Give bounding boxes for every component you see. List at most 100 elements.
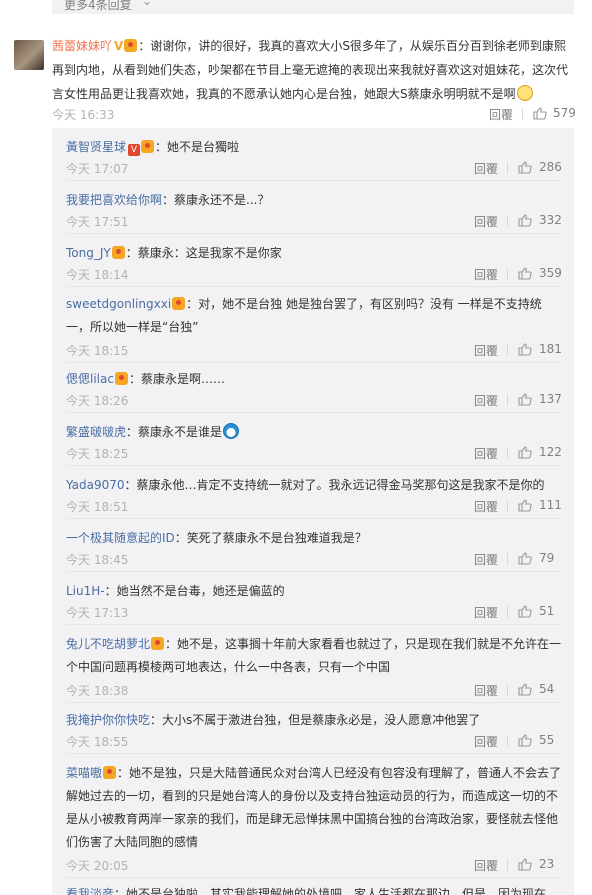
divider [507,684,508,696]
comment-time: 今天 16:33 [52,108,115,122]
reply-username[interactable]: 一个极其随意起的ID [66,531,175,545]
reply-username[interactable]: 偲偲lilac [66,372,114,386]
like-icon[interactable] [518,605,532,618]
like-icon[interactable] [518,343,532,356]
like-count: 579 [553,106,576,120]
reply-time: 今天 18:14 [66,268,129,282]
like-icon[interactable] [518,267,532,280]
level-badge-icon [151,637,165,650]
like-icon[interactable] [518,552,532,565]
reply-item: Yada9070：蔡康永他…肯定不支持统一就对了。我永远记得金马奖那句这是我家不… [66,474,562,519]
reply-button[interactable]: 回覆 [474,733,498,750]
level-badge-icon [124,39,138,52]
reply-username[interactable]: 我要把喜欢给你啊 [66,193,162,207]
reply-item: 繁盛啵啵虎：蔡康永不是谁是 今天 18:25 回覆 122 [66,421,562,466]
reply-item: 兔儿不吃胡萝北 ：她不是，这事搁十年前大家看看也就过了，只是现在我们就是不允许在一… [66,633,562,703]
reply-button[interactable]: 回覆 [474,857,498,874]
like-icon[interactable] [533,107,547,120]
like-icon[interactable] [518,393,532,406]
divider [507,500,508,512]
reply-username[interactable]: 看我淡彦 [66,887,114,895]
like-count: 79 [539,551,555,565]
reply-body: ：她不是台獨啦 [155,140,240,154]
reply-button[interactable]: 回覆 [474,266,498,283]
like-icon[interactable] [518,858,532,871]
row-divider [66,233,562,234]
chevron-down-icon[interactable]: ⌄ [142,0,152,8]
reply-username[interactable]: 黃智贤星球 [66,140,126,154]
more-replies-bar[interactable]: 更多4条回复 ⌄ [52,0,574,14]
reply-time: 今天 18:51 [66,500,129,514]
reply-item: 我要把喜欢给你啊：蔡康永还不是...？ 今天 17:51 回覆 332 [66,189,562,234]
reply-username[interactable]: Liu1H- [66,584,105,598]
like-icon[interactable] [518,734,532,747]
reply-username[interactable]: Tong_JY [66,246,111,260]
avatar[interactable] [14,40,44,70]
like-count: 54 [539,682,555,696]
row-divider [66,624,562,625]
like-icon[interactable] [518,446,532,459]
reply-button[interactable]: 回覆 [474,213,498,230]
reply-time: 今天 18:45 [66,553,129,567]
reply-button[interactable]: 回覆 [474,445,498,462]
reply-body: ：她不是独，只是大陆普通民众对台湾人已经没有包容没有理解了，普通人不会去了解她过… [66,766,562,849]
reply-item: 一个极其随意起的ID：笑死了蔡康永不是台独难道我是？ 今天 18:45 回覆 7… [66,527,562,572]
reply-item: 看我淡彦：她不是台独啦，其实我能理解她的处境吧，家人生活都在那边，但是，因为现在 [66,883,562,895]
like-icon[interactable] [518,214,532,227]
row-divider [66,753,562,754]
row-divider [66,362,562,363]
reply-time: 今天 18:55 [66,735,129,749]
divider [507,394,508,406]
reply-time: 今天 18:15 [66,344,129,358]
like-count: 181 [539,342,562,356]
like-icon[interactable] [518,683,532,696]
reply-item: 黃智贤星球 V ：她不是台獨啦 今天 17:07 回覆 286 [66,136,562,181]
reply-time: 今天 18:38 [66,684,129,698]
like-count: 137 [539,392,562,406]
verified-v-icon: V [114,39,124,53]
divider [507,162,508,174]
reply-item: 偲偲lilac ：蔡康永是啊…… 今天 18:26 回覆 137 [66,368,562,413]
reply-username[interactable]: 兔儿不吃胡萝北 [66,637,150,651]
level-badge-icon [111,246,125,259]
level-badge-icon [103,766,117,779]
reply-time: 今天 17:07 [66,162,129,176]
reply-username[interactable]: 我掩护你你快吃 [66,713,150,727]
reply-button[interactable]: 回覆 [474,392,498,409]
row-divider [66,571,562,572]
reply-button[interactable]: 回覆 [474,551,498,568]
more-replies-link[interactable]: 更多4条回复 [64,0,132,13]
divider [507,215,508,227]
replies-panel: 黃智贤星球 V ：她不是台獨啦 今天 17:07 回覆 286 我要把喜欢给你啊：蔡… [52,128,574,895]
reply-button[interactable]: 回覆 [474,682,498,699]
row-divider [66,702,562,703]
like-count: 23 [539,857,555,871]
row-divider [66,877,562,878]
reply-username[interactable]: 菜喵嗷 [66,766,102,780]
reply-username[interactable]: 繁盛啵啵虎 [66,425,126,439]
reply-button[interactable]: 回覆 [474,604,498,621]
reply-button[interactable]: 回覆 [474,498,498,515]
reply-button[interactable]: 回覆 [474,342,498,359]
reply-body: ：蔡康永不是谁是 [126,425,223,439]
level-badge-icon [114,372,128,385]
level-badge-icon [172,297,186,310]
verified-v-icon: V [128,144,141,156]
like-icon[interactable] [518,499,532,512]
main-comment-text: 茜蕾妹妹吖 V ：谢谢你，讲的很好，我真的喜欢大小S很多年了，从娱乐百分百到徐老师到… [52,34,577,106]
like-count: 122 [539,445,562,459]
reply-username[interactable]: sweetdgonlingxxi [66,297,171,311]
reply-body: ：蔡康永：这是我家不是你家 [125,246,282,260]
row-divider [66,465,562,466]
reply-item: Tong_JY ：蔡康永：这是我家不是你家 今天 18:14 回覆 359 [66,242,562,287]
reply-button[interactable]: 回覆 [474,160,498,177]
row-divider [66,286,562,287]
comment-username[interactable]: 茜蕾妹妹吖 [52,39,112,53]
reply-button[interactable]: 回覆 [489,106,513,123]
reply-username[interactable]: Yada9070 [66,478,125,492]
reply-body: ：蔡康永是啊…… [128,372,225,386]
row-divider [66,412,562,413]
like-icon[interactable] [518,161,532,174]
level-badge-icon [141,140,155,153]
divider [522,108,523,120]
